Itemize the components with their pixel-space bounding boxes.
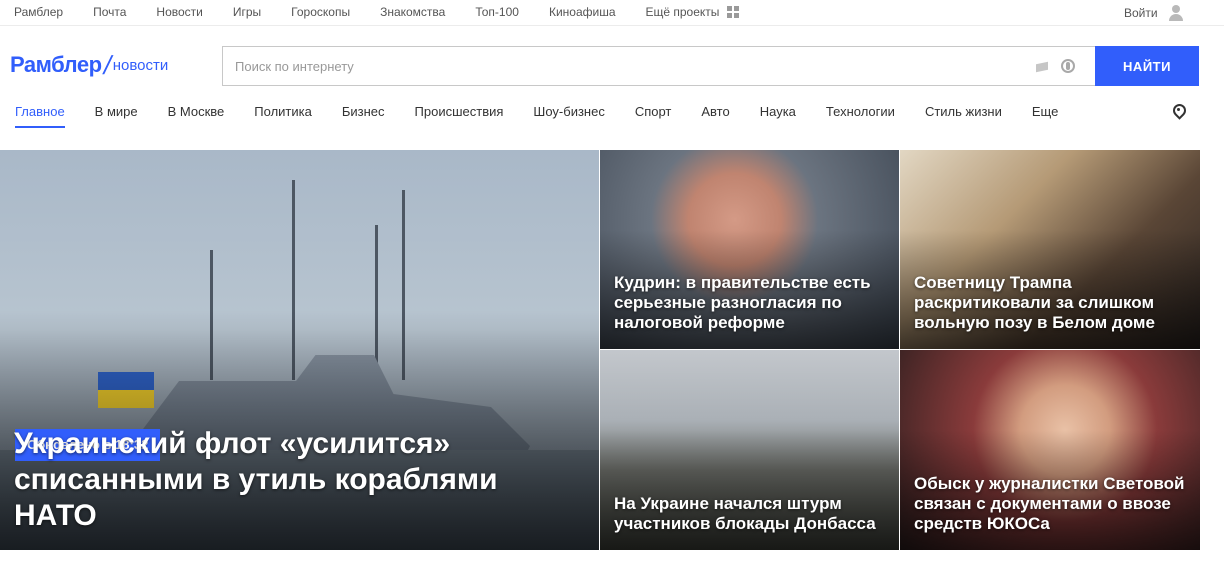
grid-icon	[727, 6, 740, 18]
logo-section: новости	[112, 56, 169, 74]
service-link-news[interactable]: Новости	[156, 5, 202, 19]
nav-item-more[interactable]: Еще	[1032, 104, 1058, 128]
nav-item-sport[interactable]: Спорт	[635, 104, 672, 128]
service-link-horoscopes[interactable]: Гороскопы	[291, 5, 350, 19]
nav-item-world[interactable]: В мире	[95, 104, 138, 128]
nav-item-science[interactable]: Наука	[760, 104, 796, 128]
news-tile[interactable]: Кудрин: в правительстве есть серьезные р…	[600, 150, 899, 349]
news-tile[interactable]: На Украине начался штурм участников блок…	[600, 350, 899, 550]
news-title[interactable]: Кудрин: в правительстве есть серьезные р…	[614, 273, 887, 333]
news-tile[interactable]: Советницу Трампа раскритиковали за слишк…	[900, 150, 1200, 349]
news-title[interactable]: Обыск у журналистки Световой связан с до…	[914, 474, 1188, 534]
category-nav: Главное В мире В Москве Политика Бизнес …	[15, 104, 1088, 128]
search-button[interactable]: НАЙТИ	[1095, 46, 1199, 86]
keyboard-icon[interactable]	[1035, 60, 1049, 72]
nav-item-lifestyle[interactable]: Стиль жизни	[925, 104, 1002, 128]
nav-item-incidents[interactable]: Происшествия	[415, 104, 504, 128]
news-title[interactable]: На Украине начался штурм участников блок…	[614, 494, 887, 534]
service-link-rambler[interactable]: Рамблер	[14, 5, 63, 19]
user-icon	[1168, 5, 1184, 21]
news-tile-main[interactable]: Обновлено в 18:32 Украинский флот «усили…	[0, 150, 599, 550]
login-button[interactable]: Войти	[1124, 5, 1184, 21]
nav-item-politics[interactable]: Политика	[254, 104, 312, 128]
service-link-top100[interactable]: Топ-100	[475, 5, 519, 19]
service-link-games[interactable]: Игры	[233, 5, 261, 19]
globe-icon[interactable]	[1061, 59, 1075, 73]
nav-item-main[interactable]: Главное	[15, 104, 65, 128]
nav-item-technology[interactable]: Технологии	[826, 104, 895, 128]
top-service-bar: Рамблер Почта Новости Игры Гороскопы Зна…	[0, 0, 1224, 26]
service-link-mail[interactable]: Почта	[93, 5, 126, 19]
news-tile[interactable]: Обыск у журналистки Световой связан с до…	[900, 350, 1200, 550]
nav-item-moscow[interactable]: В Москве	[168, 104, 225, 128]
login-label: Войти	[1124, 6, 1158, 20]
location-pin-icon[interactable]	[1172, 104, 1186, 122]
site-logo[interactable]: Рамблер / новости	[10, 50, 168, 80]
news-title[interactable]: Украинский флот «усилится» списанными в …	[14, 426, 587, 534]
more-projects-button[interactable]: Ещё проекты	[646, 5, 770, 19]
search-input[interactable]	[223, 47, 1003, 85]
nav-item-showbiz[interactable]: Шоу-бизнес	[533, 104, 604, 128]
service-links: Рамблер Почта Новости Игры Гороскопы Зна…	[14, 5, 769, 19]
logo-brand: Рамблер	[10, 52, 102, 77]
more-projects-label: Ещё проекты	[645, 5, 720, 19]
service-link-dating[interactable]: Знакомства	[380, 5, 445, 19]
search-box	[222, 46, 1095, 86]
nav-item-auto[interactable]: Авто	[701, 104, 729, 128]
nav-item-business[interactable]: Бизнес	[342, 104, 385, 128]
news-title[interactable]: Советницу Трампа раскритиковали за слишк…	[914, 273, 1188, 333]
service-link-kinoafisha[interactable]: Киноафиша	[549, 5, 616, 19]
